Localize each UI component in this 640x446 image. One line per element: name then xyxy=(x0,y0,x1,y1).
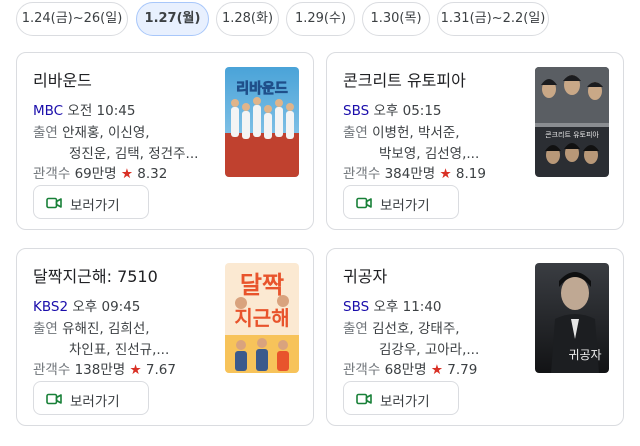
movie-card[interactable]: 귀공자 SBS 오후 11:40 출연 김선호, 강태주, 김강우, 고아라,.… xyxy=(326,248,624,426)
cast-info: 출연 안재홍, 이신영, xyxy=(33,121,150,141)
cast-names-continued: 차인표, 진선규,... xyxy=(69,342,170,358)
tab-date-0127[interactable]: 1.27(월) xyxy=(136,2,209,36)
channel-name: MBC xyxy=(33,103,64,119)
movie-card[interactable]: 콘크리트 유토피아 SBS 오후 05:15 출연 이병헌, 박서준, 박보영,… xyxy=(326,52,624,230)
cast-info: 출연 김선호, 강태주, xyxy=(343,317,460,337)
tab-date-0124[interactable]: 1.24(금)~26(일) xyxy=(16,2,128,36)
cast-names-continued: 정진운, 김택, 정건주... xyxy=(69,146,199,162)
broadcast-info: SBS 오후 11:40 xyxy=(343,295,442,315)
cast-names: 김선호, 강태주, xyxy=(372,321,460,337)
dalzzak-poster[interactable]: 달짝 지근해 xyxy=(225,263,299,373)
broadcast-info: KBS2 오후 09:45 xyxy=(33,295,140,315)
audience-count: 138만명 xyxy=(74,362,126,378)
star-icon: ★ xyxy=(129,362,142,378)
star-icon: ★ xyxy=(120,166,133,182)
svg-text:지근해: 지근해 xyxy=(234,306,289,330)
channel-name: KBS2 xyxy=(33,299,69,315)
cast-info: 출연 유해진, 김희선, xyxy=(33,317,150,337)
rating-value: 8.32 xyxy=(137,166,168,182)
watch-button-label: 보러가기 xyxy=(380,394,430,410)
broadcast-time: 오후 11:40 xyxy=(373,299,442,315)
svg-text:귀공자: 귀공자 xyxy=(568,348,601,362)
watch-button-label: 보러가기 xyxy=(70,198,120,214)
broadcast-time: 오전 10:45 xyxy=(67,103,136,119)
rating-value: 7.79 xyxy=(447,362,478,378)
watch-button[interactable]: 보러가기 xyxy=(33,185,149,219)
broadcast-info: SBS 오후 05:15 xyxy=(343,99,442,119)
tab-date-0128[interactable]: 1.28(화) xyxy=(216,2,279,36)
svg-text:리바운드: 리바운드 xyxy=(236,81,288,97)
cast-label: 출연 xyxy=(343,321,368,337)
video-camera-icon xyxy=(356,393,372,409)
cast-names: 이병헌, 박서준, xyxy=(372,125,460,141)
video-camera-icon xyxy=(356,197,372,213)
watch-button[interactable]: 보러가기 xyxy=(343,381,459,415)
cast-label: 출연 xyxy=(33,125,58,141)
the-childe-poster[interactable]: 귀공자 xyxy=(535,263,609,373)
rating-value: 7.67 xyxy=(145,362,176,378)
cast-info: 출연 이병헌, 박서준, xyxy=(343,121,460,141)
date-tabs: 1.24(금)~26(일) 1.27(월) 1.28(화) 1.29(수) 1.… xyxy=(0,0,640,40)
audience-count: 384만명 xyxy=(384,166,436,182)
watch-button[interactable]: 보러가기 xyxy=(343,185,459,219)
cast-label: 출연 xyxy=(343,125,368,141)
svg-text:달짝: 달짝 xyxy=(240,271,284,299)
cast-names: 유해진, 김희선, xyxy=(62,321,150,337)
cast-names-continued: 김강우, 고아라,... xyxy=(379,342,480,358)
watch-button-label: 보러가기 xyxy=(380,198,430,214)
audience-info: 관객수 384만명 ★ 8.19 xyxy=(343,162,486,182)
audience-info: 관객수 69만명 ★ 8.32 xyxy=(33,162,167,182)
star-icon: ★ xyxy=(430,362,443,378)
movie-card[interactable]: 달짝지근해: 7510 KBS2 오후 09:45 출연 유해진, 김희선, 차… xyxy=(16,248,314,426)
audience-label: 관객수 xyxy=(33,166,71,182)
audience-label: 관객수 xyxy=(33,362,71,378)
audience-label: 관객수 xyxy=(343,166,381,182)
movie-card[interactable]: 리바운드 MBC 오전 10:45 출연 안재홍, 이신영, 정진운, 김택, … xyxy=(16,52,314,230)
channel-name: SBS xyxy=(343,299,370,315)
svg-text:콘크리트 유토피아: 콘크리트 유토피아 xyxy=(545,130,599,139)
cast-label: 출연 xyxy=(33,321,58,337)
video-camera-icon xyxy=(46,197,62,213)
watch-button-label: 보러가기 xyxy=(70,394,120,410)
audience-count: 68만명 xyxy=(384,362,427,378)
audience-label: 관객수 xyxy=(343,362,381,378)
rating-value: 8.19 xyxy=(455,166,486,182)
audience-info: 관객수 138만명 ★ 7.67 xyxy=(33,358,176,378)
broadcast-info: MBC 오전 10:45 xyxy=(33,99,135,119)
movie-title[interactable]: 콘크리트 유토피아 xyxy=(343,67,466,91)
movie-title[interactable]: 달짝지근해: 7510 xyxy=(33,263,158,287)
video-camera-icon xyxy=(46,393,62,409)
star-icon: ★ xyxy=(439,166,452,182)
watch-button[interactable]: 보러가기 xyxy=(33,381,149,415)
concrete-utopia-poster[interactable]: 콘크리트 유토피아 xyxy=(535,67,609,177)
broadcast-time: 오후 05:15 xyxy=(373,103,442,119)
movie-title[interactable]: 리바운드 xyxy=(33,67,92,91)
broadcast-time: 오후 09:45 xyxy=(72,299,141,315)
audience-info: 관객수 68만명 ★ 7.79 xyxy=(343,358,477,378)
rebound-poster[interactable]: 리바운드 xyxy=(225,67,299,177)
tab-date-0130[interactable]: 1.30(목) xyxy=(362,2,430,36)
channel-name: SBS xyxy=(343,103,370,119)
cast-names: 안재홍, 이신영, xyxy=(62,125,150,141)
cast-names-continued: 박보영, 김선영,... xyxy=(379,146,480,162)
audience-count: 69만명 xyxy=(74,166,117,182)
tab-date-0129[interactable]: 1.29(수) xyxy=(286,2,355,36)
tab-date-0131[interactable]: 1.31(금)~2.2(일) xyxy=(437,2,549,36)
movie-title[interactable]: 귀공자 xyxy=(343,263,387,287)
